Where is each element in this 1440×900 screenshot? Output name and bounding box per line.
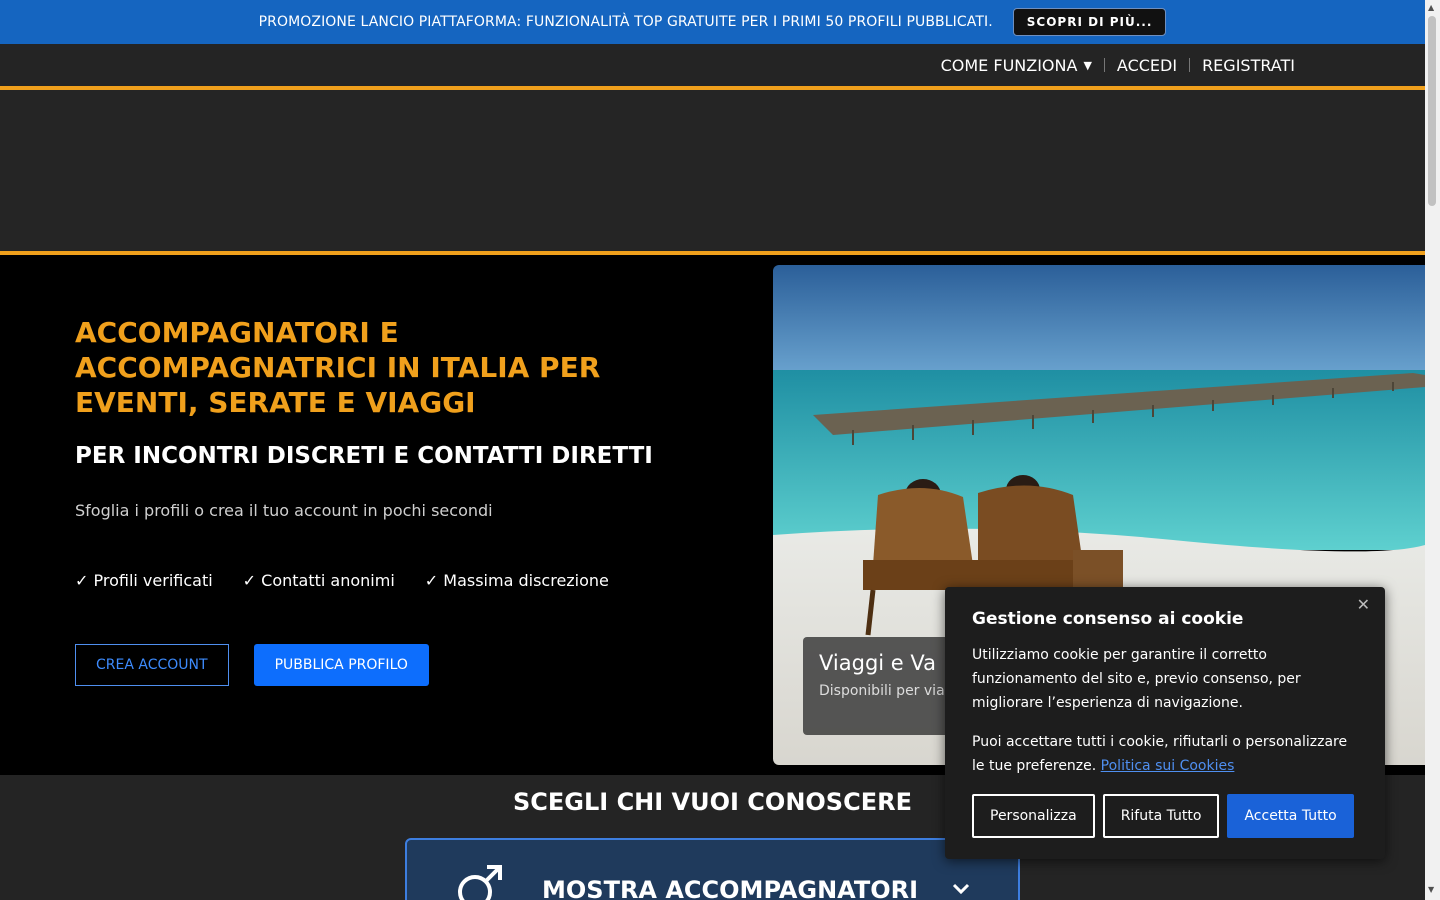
- cookie-title: Gestione consenso ai cookie: [972, 609, 1244, 629]
- cookie-description: Utilizziamo cookie per garantire il corr…: [972, 647, 1301, 711]
- caret-down-icon: ▼: [1083, 58, 1092, 72]
- scroll-down-icon[interactable]: ▼: [1428, 885, 1434, 894]
- close-icon[interactable]: ✕: [1357, 595, 1370, 614]
- feature-verified: ✓ Profili verificati: [75, 571, 213, 590]
- discover-more-button[interactable]: SCOPRI DI PIÙ...: [1012, 8, 1167, 36]
- create-account-button[interactable]: CREA ACCOUNT: [75, 644, 229, 686]
- scrollbar-thumb[interactable]: [1428, 16, 1436, 206]
- header-band: [0, 86, 1425, 255]
- hero-title: ACCOMPAGNATORI E ACCOMPAGNATRICI IN ITAL…: [75, 316, 601, 419]
- hero-buttons: CREA ACCOUNT PUBBLICA PROFILO: [75, 644, 429, 686]
- promo-text: PROMOZIONE LANCIO PIATTAFORMA: FUNZIONAL…: [258, 14, 993, 30]
- hero-description: Sfoglia i profili o crea il tuo account …: [75, 501, 493, 520]
- cookie-consent-dialog: ✕ Gestione consenso ai cookie Utilizziam…: [945, 587, 1385, 859]
- feature-list: ✓ Profili verificati ✓ Contatti anonimi …: [75, 571, 609, 590]
- show-companions-accordion[interactable]: MOSTRA ACCOMPAGNATORI: [405, 838, 1020, 900]
- customize-button[interactable]: Personalizza: [972, 794, 1095, 838]
- reject-all-button[interactable]: Rifuta Tutto: [1102, 794, 1220, 838]
- feature-anonymous: ✓ Contatti anonimi: [242, 571, 395, 590]
- page-scrollbar[interactable]: ▲ ▼: [1425, 0, 1440, 900]
- nav-register[interactable]: REGISTRATI: [1190, 56, 1307, 75]
- top-navigation: COME FUNZIONA ▼ ACCEDI REGISTRATI: [0, 44, 1425, 86]
- nav-how-it-works-label: COME FUNZIONA: [940, 55, 1078, 75]
- accept-all-button[interactable]: Accetta Tutto: [1227, 794, 1354, 838]
- publish-profile-button[interactable]: PUBBLICA PROFILO: [253, 644, 429, 686]
- nav-login[interactable]: ACCEDI: [1105, 56, 1189, 75]
- cookie-policy-link[interactable]: Politica sui Cookies: [1101, 758, 1235, 774]
- scroll-up-icon[interactable]: ▲: [1428, 3, 1434, 12]
- cookie-choices-text: Puoi accettare tutti i cookie, rifiutarl…: [972, 730, 1358, 778]
- accordion-label: MOSTRA ACCOMPAGNATORI: [542, 876, 919, 900]
- nav-how-it-works[interactable]: COME FUNZIONA ▼: [929, 56, 1104, 75]
- promo-banner: PROMOZIONE LANCIO PIATTAFORMA: FUNZIONAL…: [0, 0, 1425, 44]
- chevron-down-icon: [952, 880, 970, 899]
- feature-discretion: ✓ Massima discrezione: [424, 571, 609, 590]
- male-symbol-icon: [455, 862, 505, 900]
- hero-subtitle: PER INCONTRI DISCRETI E CONTATTI DIRETTI: [75, 443, 653, 469]
- cookie-buttons: Personalizza Rifuta Tutto Accetta Tutto: [972, 794, 1358, 838]
